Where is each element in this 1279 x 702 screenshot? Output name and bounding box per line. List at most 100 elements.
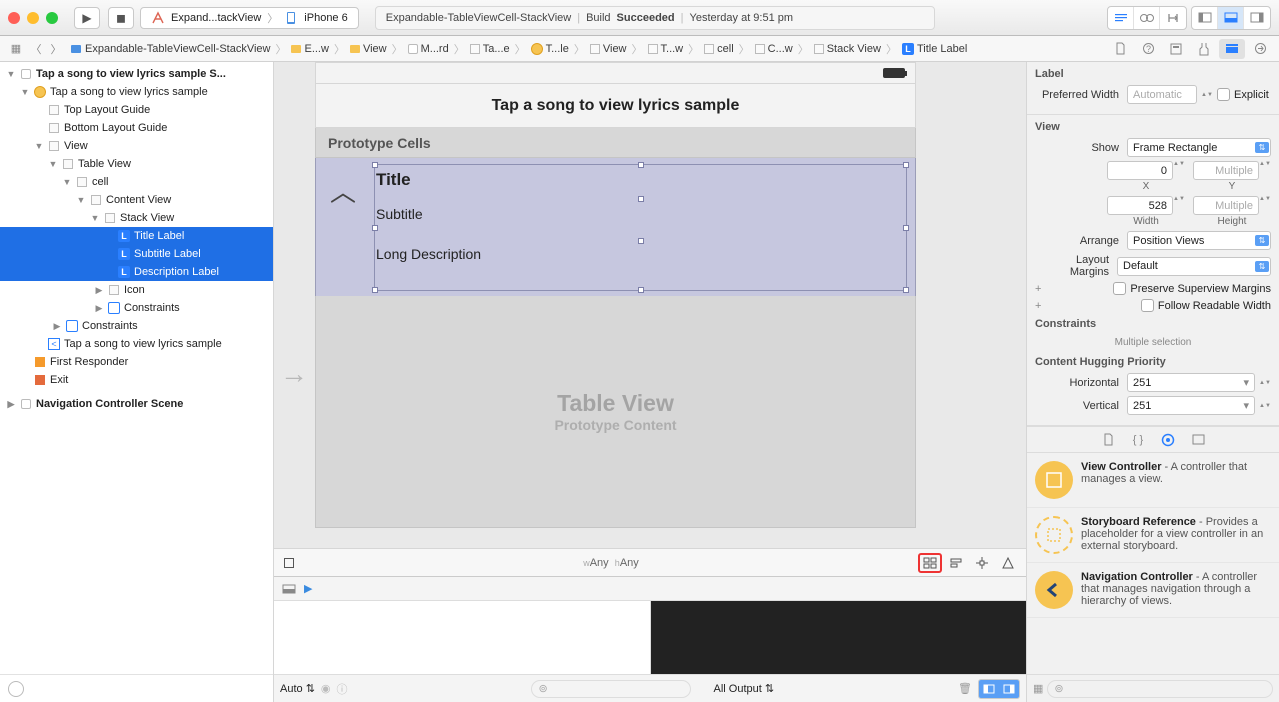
- arrange-select[interactable]: Position Views⇅: [1127, 231, 1271, 250]
- breadcrumb[interactable]: Ta...e: [466, 43, 514, 55]
- code-snippet-library-tab[interactable]: { }: [1127, 431, 1149, 449]
- toggle-breakpoints-icon[interactable]: [282, 583, 296, 595]
- resolve-issues-button[interactable]: [996, 553, 1020, 573]
- close-window-button[interactable]: [8, 12, 20, 24]
- scheme-name: Expand...tackView: [171, 12, 261, 24]
- preferred-width-field[interactable]: Automatic: [1127, 85, 1197, 104]
- outline-exit[interactable]: Exit: [0, 371, 273, 389]
- outline-description-label[interactable]: LDescription Label: [0, 263, 273, 281]
- pin-button[interactable]: [970, 553, 994, 573]
- quick-help-tab[interactable]: ?: [1135, 39, 1161, 59]
- breadcrumb[interactable]: T...le: [527, 43, 573, 55]
- show-console-button[interactable]: [999, 680, 1019, 698]
- library-filter-input[interactable]: ⊚: [1047, 680, 1273, 698]
- breadcrumb[interactable]: T...w: [644, 43, 688, 55]
- breadcrumb[interactable]: LTitle Label: [898, 43, 971, 55]
- file-template-library-tab[interactable]: [1097, 431, 1119, 449]
- attributes-inspector-tab[interactable]: [1191, 39, 1217, 59]
- stop-button[interactable]: ◼: [108, 7, 134, 29]
- connections-inspector-tab[interactable]: [1247, 39, 1273, 59]
- scheme-selector[interactable]: Expand...tackView 〉 iPhone 6: [140, 7, 359, 29]
- related-items-button[interactable]: ▦: [6, 42, 26, 55]
- console-output-mode[interactable]: All Output ⇅: [713, 682, 774, 695]
- minimize-window-button[interactable]: [27, 12, 39, 24]
- outline-nav-item[interactable]: <Tap a song to view lyrics sample: [0, 335, 273, 353]
- embed-in-stack-button[interactable]: [918, 553, 942, 573]
- show-select[interactable]: Frame Rectangle⇅: [1127, 138, 1271, 157]
- outline-nav-scene[interactable]: ▶Navigation Controller Scene: [0, 395, 273, 413]
- zoom-window-button[interactable]: [46, 12, 58, 24]
- file-inspector-tab[interactable]: [1107, 39, 1133, 59]
- size-class-control[interactable]: wAny hAny: [304, 557, 918, 569]
- filter-icon[interactable]: [8, 681, 24, 697]
- console-view[interactable]: [651, 601, 1027, 674]
- object-library-tab[interactable]: [1157, 431, 1179, 449]
- hide-outline-button[interactable]: →: [280, 358, 308, 390]
- assistant-editor-button[interactable]: [1134, 7, 1160, 29]
- outline-view[interactable]: ▼View: [0, 137, 273, 155]
- activity-viewer[interactable]: Expandable-TableViewCell-StackView | Bui…: [375, 6, 935, 30]
- toggle-outline-button[interactable]: [277, 553, 301, 573]
- run-button[interactable]: ▶: [74, 7, 100, 29]
- stepper[interactable]: ▲▼: [1201, 92, 1213, 98]
- ib-canvas[interactable]: → Tap a song to view lyrics sample Proto…: [274, 62, 1026, 548]
- outline-subtitle-label[interactable]: LSubtitle Label: [0, 245, 273, 263]
- standard-editor-button[interactable]: [1108, 7, 1134, 29]
- horizontal-hugging-field[interactable]: 251▾: [1127, 373, 1255, 392]
- width-field[interactable]: 528: [1107, 196, 1173, 215]
- follow-readable-checkbox[interactable]: [1141, 299, 1154, 312]
- prototype-cell[interactable]: ︿ Title Subtitle Long Description: [315, 158, 916, 298]
- show-variables-button[interactable]: [979, 680, 999, 698]
- outline-cell[interactable]: ▼cell: [0, 173, 273, 191]
- outline-constraints[interactable]: ▶Constraints: [0, 299, 273, 317]
- library-item[interactable]: View Controller - A controller that mana…: [1027, 453, 1279, 508]
- breadcrumb[interactable]: Stack View: [810, 43, 885, 55]
- library-view-grid-icon[interactable]: ▦: [1033, 682, 1043, 695]
- outline-stack-view[interactable]: ▼Stack View: [0, 209, 273, 227]
- outline-constraints2[interactable]: ▶Constraints: [0, 317, 273, 335]
- size-inspector-tab[interactable]: [1219, 39, 1245, 59]
- breadcrumb[interactable]: C...w: [751, 43, 797, 55]
- breadcrumb[interactable]: cell: [700, 43, 738, 55]
- y-field[interactable]: Multiple: [1193, 161, 1259, 180]
- media-library-tab[interactable]: [1187, 431, 1209, 449]
- continue-icon[interactable]: ▶: [304, 582, 312, 595]
- variables-filter-mode[interactable]: Auto ⇅: [280, 682, 315, 695]
- toggle-utilities-button[interactable]: [1244, 7, 1270, 29]
- go-forward-button[interactable]: 〉: [46, 41, 66, 57]
- outline-vc[interactable]: ▼Tap a song to view lyrics sample: [0, 83, 273, 101]
- outline-bottom-guide[interactable]: Bottom Layout Guide: [0, 119, 273, 137]
- variables-filter-input[interactable]: ⊚: [531, 680, 691, 698]
- breadcrumb[interactable]: M...rd: [404, 43, 453, 55]
- go-back-button[interactable]: 〈: [26, 41, 46, 57]
- outline-first-responder[interactable]: First Responder: [0, 353, 273, 371]
- toggle-debug-area-button[interactable]: [1218, 7, 1244, 29]
- outline-tableview[interactable]: ▼Table View: [0, 155, 273, 173]
- variables-view[interactable]: [274, 601, 651, 674]
- breadcrumb[interactable]: Expandable-TableViewCell-StackView: [66, 43, 274, 55]
- height-field[interactable]: Multiple: [1193, 196, 1259, 215]
- vertical-hugging-field[interactable]: 251▾: [1127, 396, 1255, 415]
- clear-console-icon[interactable]: 🗑: [958, 682, 972, 695]
- align-button[interactable]: [944, 553, 968, 573]
- outline-top-guide[interactable]: Top Layout Guide: [0, 101, 273, 119]
- library-item[interactable]: Storyboard Reference - Provides a placeh…: [1027, 508, 1279, 563]
- breadcrumb[interactable]: View: [346, 43, 391, 55]
- version-editor-button[interactable]: [1160, 7, 1186, 29]
- layout-margins-select[interactable]: Default⇅: [1117, 257, 1271, 276]
- quicklook-icon[interactable]: ◉: [321, 682, 331, 695]
- breadcrumb[interactable]: E...w: [287, 43, 332, 55]
- outline-scene[interactable]: ▼Tap a song to view lyrics sample S...: [0, 65, 273, 83]
- library-tabs: { }: [1027, 427, 1279, 453]
- library-item[interactable]: Navigation Controller - A controller tha…: [1027, 563, 1279, 618]
- x-field[interactable]: 0: [1107, 161, 1173, 180]
- preserve-margins-checkbox[interactable]: [1113, 282, 1126, 295]
- explicit-checkbox[interactable]: [1217, 88, 1230, 101]
- identity-inspector-tab[interactable]: [1163, 39, 1189, 59]
- outline-icon[interactable]: ▶Icon: [0, 281, 273, 299]
- toggle-navigator-button[interactable]: [1192, 7, 1218, 29]
- print-description-icon[interactable]: ⓘ: [337, 681, 348, 697]
- outline-title-label[interactable]: LTitle Label: [0, 227, 273, 245]
- breadcrumb[interactable]: View: [586, 43, 631, 55]
- outline-content-view[interactable]: ▼Content View: [0, 191, 273, 209]
